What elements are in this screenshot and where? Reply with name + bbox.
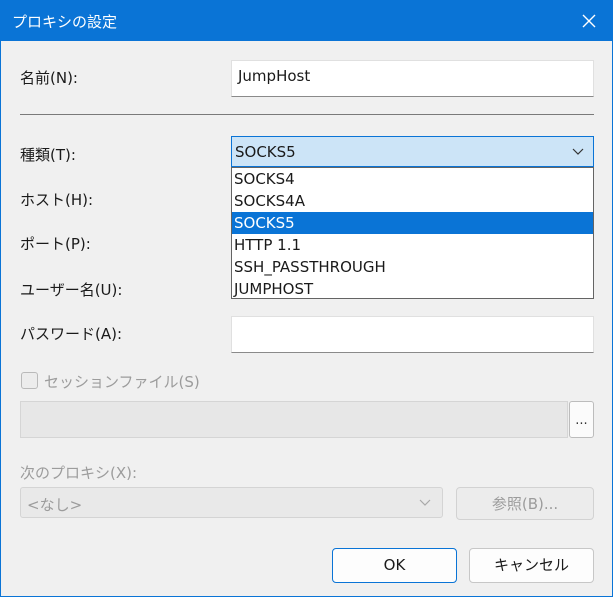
type-dropdown-list: SOCKS4 SOCKS4A SOCKS5 HTTP 1.1 SSH_PASST… [231,167,594,299]
username-label: ユーザー名(U): [20,281,123,299]
type-select-value: SOCKS5 [235,143,296,161]
type-select[interactable]: SOCKS5 [231,136,594,167]
proxy-settings-dialog: プロキシの設定 名前(N): JumpHost 種類(T): SOCKS5 ホス… [0,0,613,597]
session-file-path-input[interactable] [20,401,568,438]
separator [20,114,594,115]
title-bar: プロキシの設定 [1,1,612,41]
close-button[interactable] [566,1,612,41]
name-input[interactable]: JumpHost [231,60,594,97]
type-option-socks4[interactable]: SOCKS4 [232,168,593,190]
dialog-title: プロキシの設定 [12,13,118,31]
browse-button[interactable]: 参照(B)... [456,487,594,520]
ok-button[interactable]: OK [332,548,457,583]
type-label: 種類(T): [20,146,76,164]
cancel-button[interactable]: キャンセル [469,548,594,583]
name-label: 名前(N): [20,69,78,87]
type-option-socks4a[interactable]: SOCKS4A [232,190,593,212]
port-label: ポート(P): [20,235,91,253]
session-file-label: セッションファイル(S) [44,373,200,391]
close-icon [582,14,596,28]
chevron-down-icon [572,148,584,155]
next-proxy-label: 次のプロキシ(X): [20,464,138,482]
password-input[interactable] [231,316,594,353]
chevron-down-icon [419,499,431,506]
type-option-ssh-passthrough[interactable]: SSH_PASSTHROUGH [232,256,593,278]
password-label: パスワード(A): [20,325,123,343]
type-option-http[interactable]: HTTP 1.1 [232,234,593,256]
type-option-socks5[interactable]: SOCKS5 [232,212,593,234]
host-label: ホスト(H): [20,191,94,209]
session-file-checkbox[interactable] [21,372,38,389]
type-option-jumphost[interactable]: JUMPHOST [232,278,593,300]
name-input-value: JumpHost [238,67,311,85]
next-proxy-select[interactable]: <なし> [20,487,443,518]
next-proxy-value: <なし> [27,496,83,514]
session-file-browse-button[interactable]: ... [569,401,594,438]
